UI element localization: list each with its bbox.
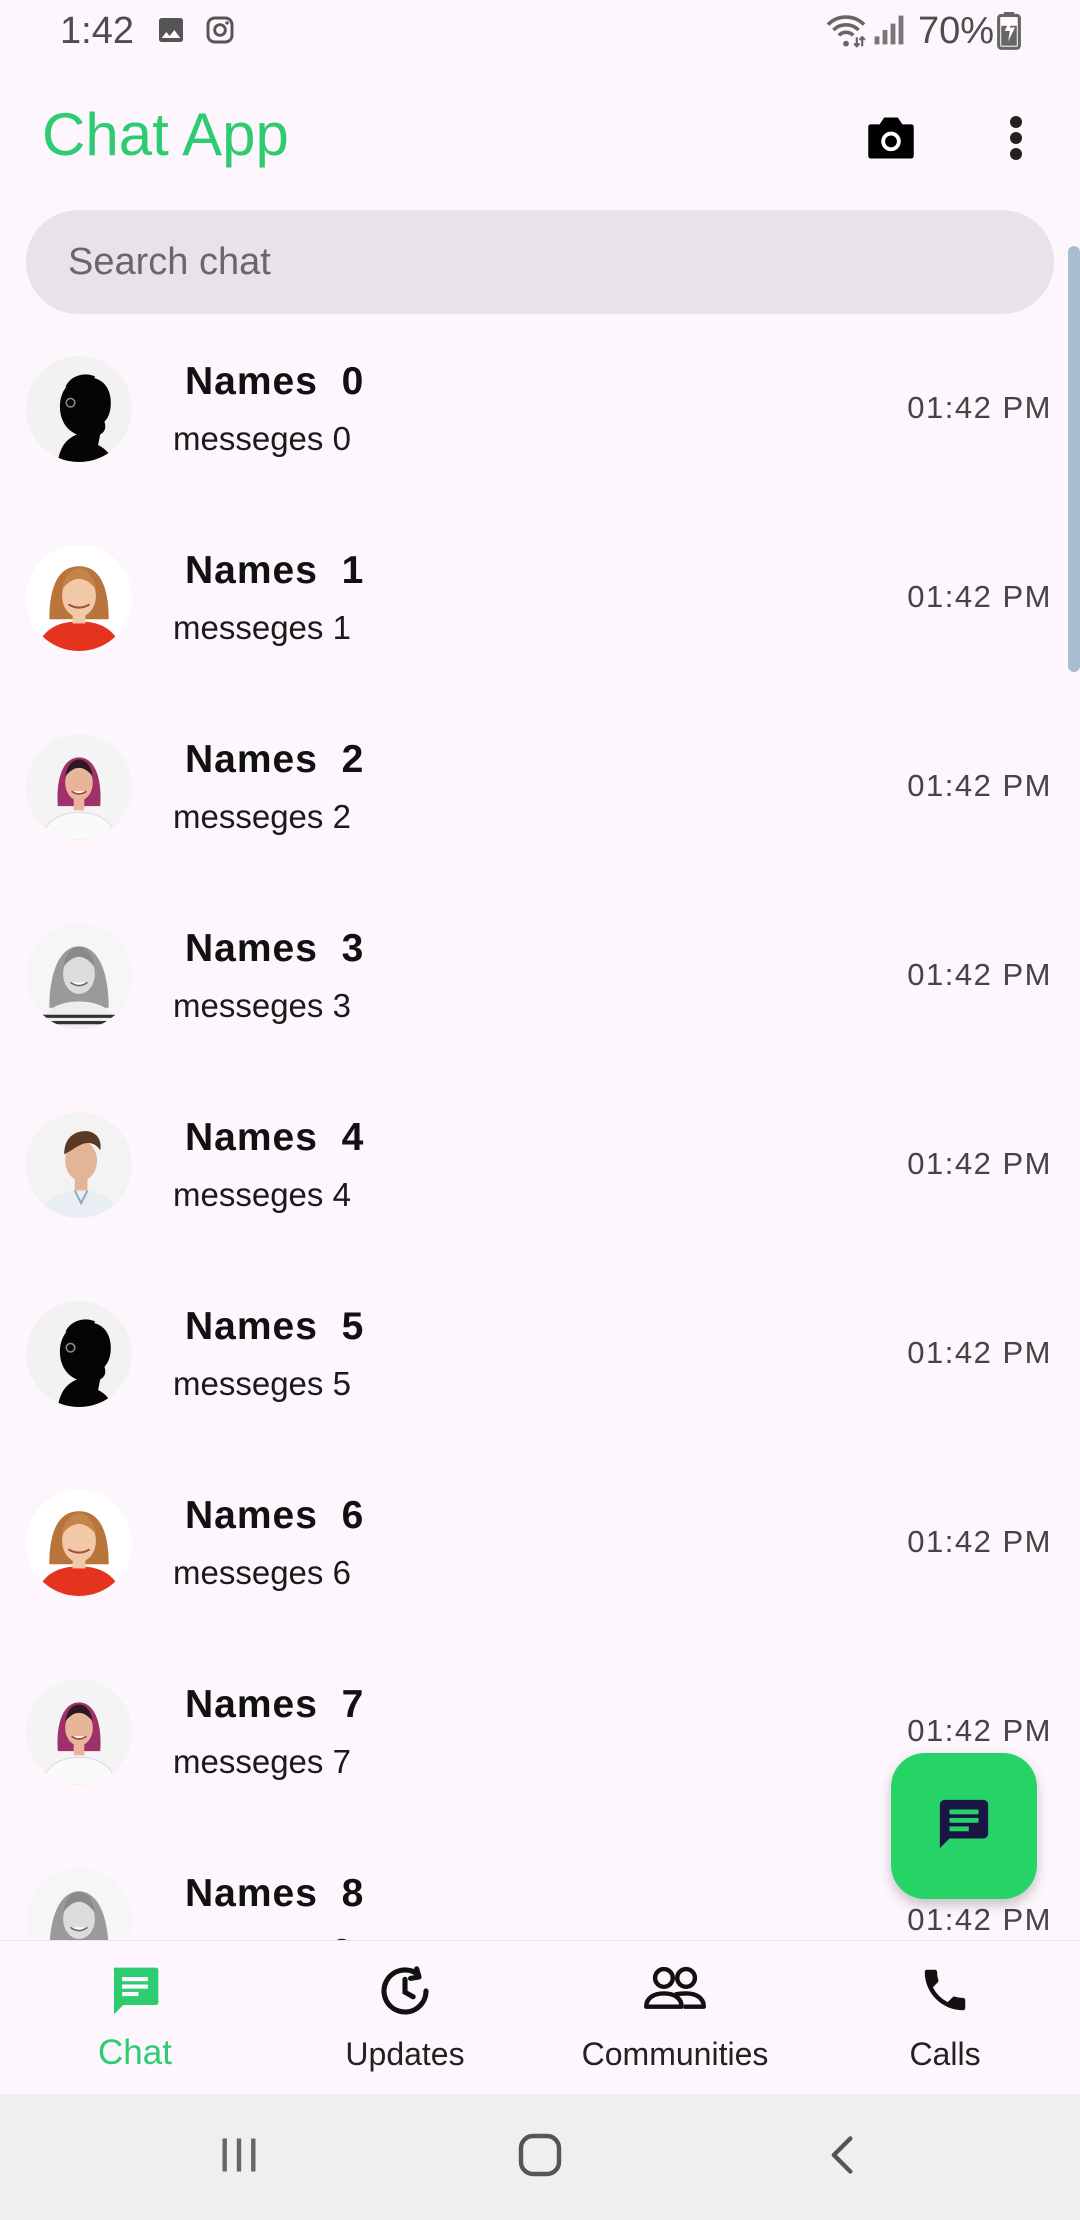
chat-timestamp: 01:42 PM [907,768,1052,803]
chat-name: Names 4 [185,1116,365,1159]
more-vert-icon [1008,114,1024,167]
avatar[interactable] [26,1868,132,1940]
signal-icon [872,14,906,51]
chat-last-message: messeges 3 [173,987,351,1024]
more-options-button[interactable] [976,100,1056,180]
recents-icon [217,2133,261,2182]
chat-name: Names 7 [185,1683,365,1726]
nav-label-communities: Communities [581,2036,769,2072]
chat-timestamp: 01:42 PM [907,1146,1052,1181]
back-icon [821,2131,865,2184]
chat-last-message: messeges 2 [173,798,351,835]
chat-last-message: messeges 6 [173,1554,351,1591]
instagram-icon [204,14,236,51]
phone-icon [918,1963,972,2022]
search-bar[interactable] [26,210,1054,314]
chat-name: Names 6 [185,1494,365,1537]
chat-name: Names 8 [185,1872,365,1915]
chat-list-item[interactable]: Names 4 messeges 4 01:42 PM [0,1086,1080,1275]
battery-icon [996,12,1022,55]
chat-last-message: messeges 7 [173,1743,351,1780]
chat-timestamp: 01:42 PM [907,579,1052,614]
chat-list-item[interactable]: Names 2 messeges 2 01:42 PM [0,708,1080,897]
updates-icon [377,1963,433,2024]
chat-timestamp: 01:42 PM [907,1524,1052,1559]
avatar[interactable] [26,1490,132,1596]
home-button[interactable] [495,2124,585,2190]
bottom-nav: Chat Updates Communities Calls [0,1940,1080,2095]
chat-timestamp: 01:42 PM [907,1902,1052,1937]
chat-name: Names 5 [185,1305,365,1348]
back-button[interactable] [798,2124,888,2190]
nav-label-calls: Calls [909,2036,981,2072]
chat-last-message: messeges 8 [173,1932,351,1940]
avatar[interactable] [26,1301,132,1407]
chat-name: Names 1 [185,549,365,592]
chat-last-message: messeges 4 [173,1176,351,1213]
chat-list-item[interactable]: Names 1 messeges 1 01:42 PM [0,519,1080,708]
wifi-icon [824,12,868,53]
app-title: Chat App [42,101,289,168]
chat-list-item[interactable]: Names 5 messeges 5 01:42 PM [0,1275,1080,1464]
chat-list-item[interactable]: Names 6 messeges 6 01:42 PM [0,1464,1080,1653]
avatar[interactable] [26,356,132,462]
home-icon [516,2131,564,2184]
status-bar: 1:42 70% [0,0,1080,64]
chat-bubble-icon [935,1795,993,1858]
chat-timestamp: 01:42 PM [907,1335,1052,1370]
avatar[interactable] [26,1679,132,1785]
system-nav-bar [0,2094,1080,2220]
battery-percent: 70% [918,10,995,52]
chat-list: Names 0 messeges 0 01:42 PM Names 1 messeges… [0,330,1080,1940]
nav-item-chat[interactable]: Chat [0,1941,270,2095]
chat-timestamp: 01:42 PM [907,1713,1052,1748]
nav-item-calls[interactable]: Calls [810,1941,1080,2095]
nav-label-chat: Chat [98,2033,172,2072]
avatar[interactable] [26,1112,132,1218]
chat-name: Names 3 [185,927,365,970]
nav-item-updates[interactable]: Updates [270,1941,540,2095]
avatar[interactable] [26,734,132,840]
avatar[interactable] [26,923,132,1029]
camera-button[interactable] [851,100,931,180]
chat-timestamp: 01:42 PM [907,957,1052,992]
screen: 1:42 70% Chat App Names 0messe [0,0,1080,2220]
nav-label-updates: Updates [345,2036,465,2072]
chat-name: Names 0 [185,360,365,403]
avatar[interactable] [26,545,132,651]
chat-last-message: messeges 1 [173,609,351,646]
nav-item-communities[interactable]: Communities [540,1941,810,2095]
recents-button[interactable] [194,2124,284,2190]
chat-timestamp: 01:42 PM [907,390,1052,425]
chat-list-item[interactable]: Names 0 messeges 0 01:42 PM [0,330,1080,519]
image-icon [155,14,187,51]
search-input[interactable] [66,239,970,285]
new-chat-button[interactable] [891,1753,1037,1899]
camera-icon [863,113,919,168]
communities-icon [644,1963,706,2020]
chat-name: Names 2 [185,738,365,781]
status-time: 1:42 [60,10,134,52]
chat-last-message: messeges 5 [173,1365,351,1402]
chat-list-item[interactable]: Names 3 messeges 3 01:42 PM [0,897,1080,1086]
chat-icon [106,1963,164,2024]
chat-last-message: messeges 0 [173,420,351,457]
